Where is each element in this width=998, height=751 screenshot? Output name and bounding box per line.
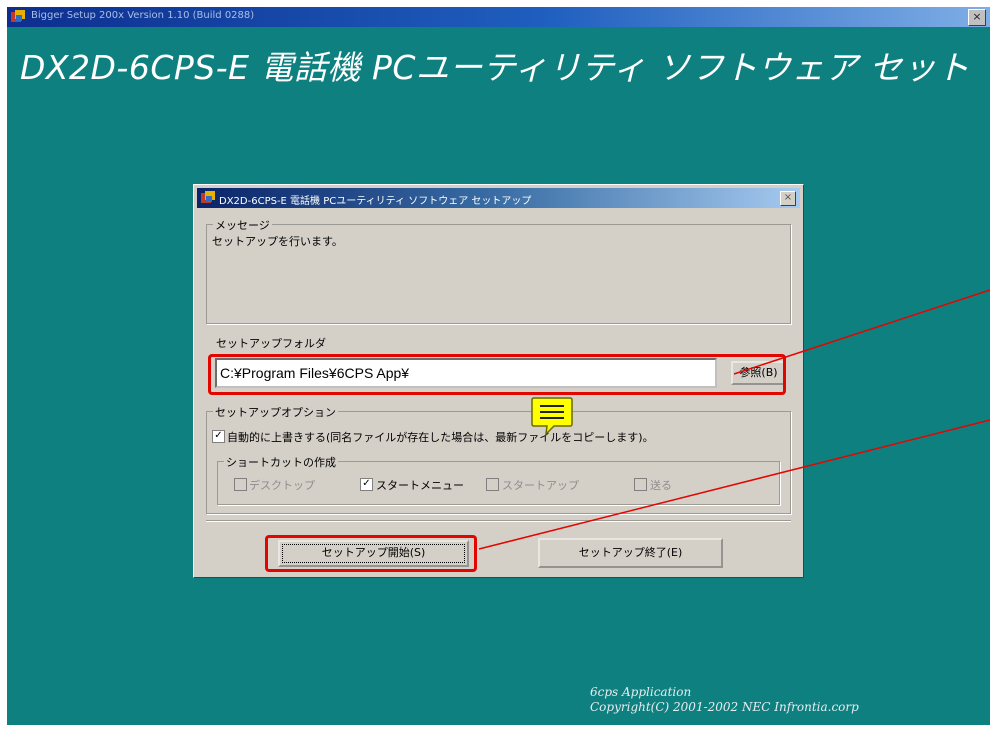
start-callout-line — [478, 419, 991, 550]
comment-bubble-icon[interactable] — [530, 396, 574, 437]
annotation-lines — [478, 289, 991, 550]
folder-callout-line — [733, 289, 991, 375]
